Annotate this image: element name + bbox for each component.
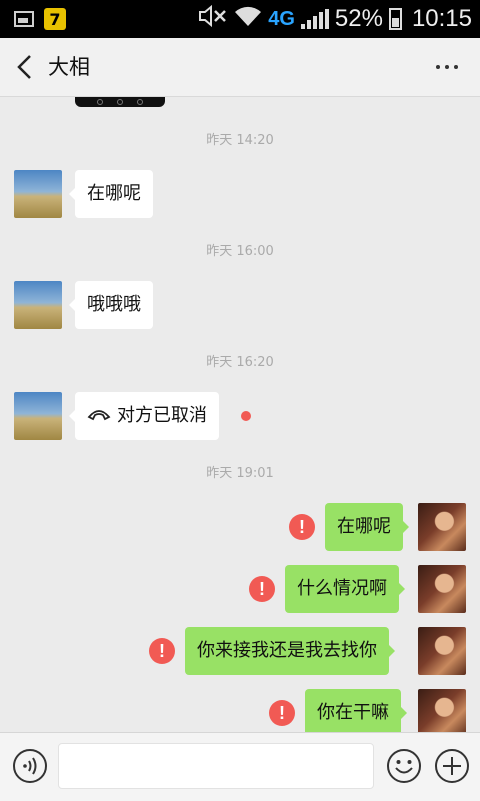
hang-up-phone-icon (87, 392, 111, 440)
send-failed-icon[interactable]: ! (149, 638, 175, 664)
network-type: 4G (268, 7, 295, 30)
input-bar (0, 732, 480, 801)
timestamp: 昨天 14:20 (206, 133, 274, 148)
call-cancelled-text: 对方已取消 (117, 405, 207, 426)
signal-icon (300, 9, 329, 29)
battery-icon (388, 8, 402, 30)
clock: 10:15 (411, 5, 472, 32)
send-failed-icon[interactable]: ! (289, 514, 315, 540)
received-message[interactable]: 在哪呢 (69, 170, 153, 218)
received-message[interactable]: 哦哦哦 (69, 281, 153, 329)
sent-message[interactable]: 在哪呢 (325, 503, 409, 551)
contact-avatar[interactable] (14, 281, 62, 329)
message-list[interactable]: 昨天 14:20 在哪呢 昨天 16:00 哦哦哦 昨天 16:20 对方已取消… (0, 97, 480, 732)
message-input[interactable] (58, 743, 374, 789)
unread-dot (241, 411, 251, 421)
more-dots-icon[interactable] (430, 52, 464, 82)
battery-percent: 52% (334, 5, 383, 32)
chat-title: 大相 (48, 55, 90, 79)
send-failed-icon[interactable]: ! (269, 700, 295, 726)
chat-header: 大相 (0, 38, 480, 97)
plus-icon[interactable] (434, 748, 470, 784)
wifi-icon (234, 6, 262, 33)
timestamp: 昨天 16:00 (206, 244, 274, 259)
partial-image-message[interactable] (75, 97, 165, 107)
call-cancelled-message[interactable]: 对方已取消 (69, 392, 219, 440)
timestamp: 昨天 16:20 (206, 355, 274, 370)
my-avatar[interactable] (418, 689, 466, 732)
back-chevron-icon[interactable] (10, 52, 40, 82)
sent-message[interactable]: 什么情况啊 (285, 565, 405, 613)
timestamp: 昨天 19:01 (206, 466, 274, 481)
status-bar: 7 4G 52% 10:15 (0, 0, 480, 38)
contact-avatar[interactable] (14, 170, 62, 218)
contact-avatar[interactable] (14, 392, 62, 440)
emoji-icon[interactable] (386, 748, 422, 784)
voice-icon[interactable] (12, 748, 48, 784)
sent-message[interactable]: 你来接我还是我去找你 (185, 627, 395, 675)
my-avatar[interactable] (418, 503, 466, 551)
gallery-icon (14, 11, 34, 27)
my-avatar[interactable] (418, 627, 466, 675)
my-avatar[interactable] (418, 565, 466, 613)
mute-icon (198, 4, 228, 34)
sent-message[interactable]: 你在干嘛 (305, 689, 407, 732)
app-7-icon: 7 (44, 8, 66, 30)
send-failed-icon[interactable]: ! (249, 576, 275, 602)
